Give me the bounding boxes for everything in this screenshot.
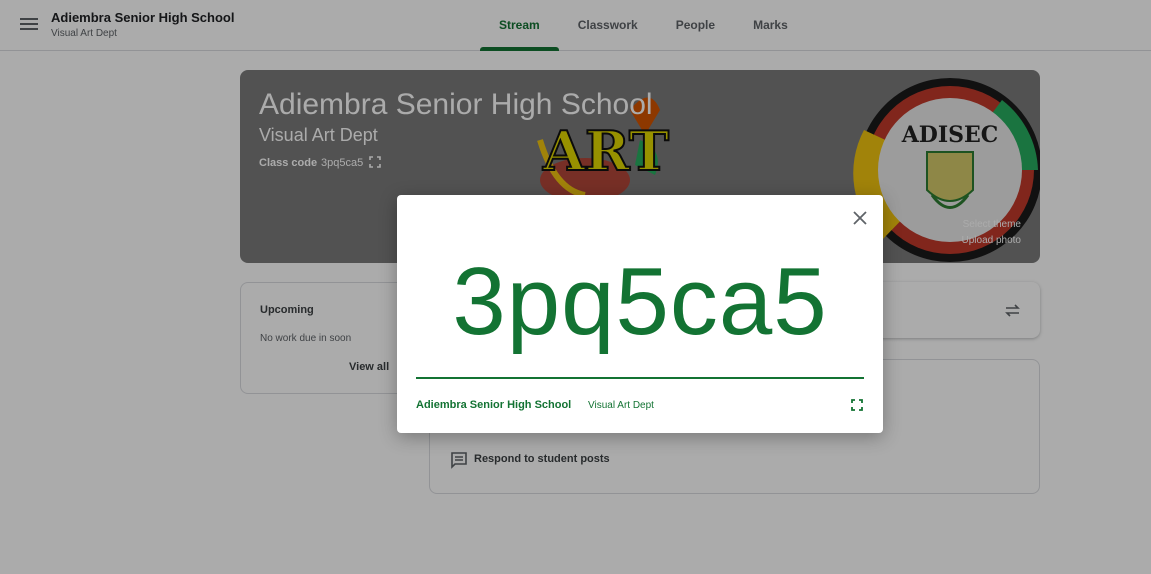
fullscreen-icon[interactable] (851, 399, 863, 411)
dialog-class-name: Adiembra Senior High School (416, 399, 572, 411)
class-code-dialog: 3pq5ca5 Adiembra Senior High School Visu… (397, 195, 883, 433)
class-code-display: 3pq5ca5 (452, 248, 828, 355)
close-icon[interactable] (852, 210, 868, 226)
dialog-section-name: Visual Art Dept (588, 400, 654, 411)
code-underline (416, 377, 864, 379)
